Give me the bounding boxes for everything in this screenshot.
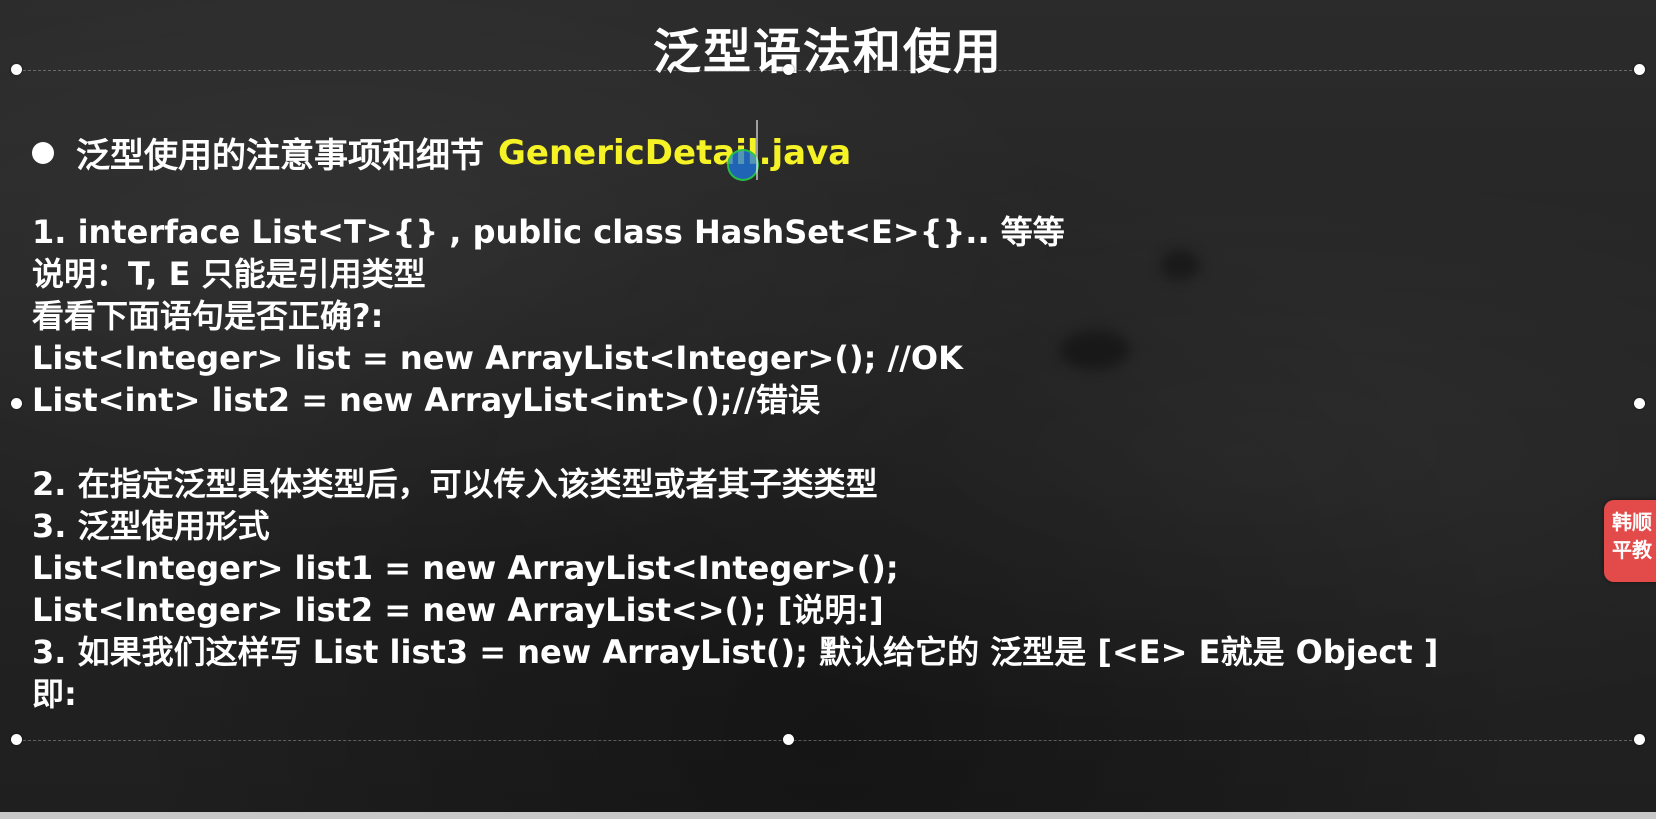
resize-handle-bottom-center[interactable]: [783, 734, 794, 745]
bullet-icon: [32, 141, 54, 164]
content-line: List<Integer> list1 = new ArrayList<Inte…: [32, 549, 899, 587]
content-line: 说明：T, E 只能是引用类型: [32, 255, 426, 293]
selection-frame-bottom: [18, 740, 1642, 741]
text-cursor-icon: [756, 120, 758, 180]
bottom-bar: [0, 812, 1656, 819]
side-badge[interactable]: 韩顺平教: [1604, 500, 1656, 582]
filename-label: GenericDetail.java: [498, 132, 852, 173]
pointer-highlight-icon: [727, 149, 759, 181]
content-line: List<Integer> list = new ArrayList<Integ…: [32, 339, 963, 377]
resize-handle-top-right[interactable]: [1634, 64, 1645, 75]
content-line: List<Integer> list2 = new ArrayList<>();…: [32, 591, 884, 629]
chalk-smudge: [1160, 250, 1200, 280]
slide-title: 泛型语法和使用: [652, 24, 1003, 80]
content-line: List<int> list2 = new ArrayList<int>();/…: [32, 381, 820, 419]
resize-handle-middle-right[interactable]: [1634, 398, 1645, 409]
content-line: 3. 泛型使用形式: [32, 507, 270, 545]
content-line: 1. interface List<T>{} , public class Ha…: [32, 213, 1065, 251]
resize-handle-bottom-left[interactable]: [11, 734, 22, 745]
resize-handle-middle-left[interactable]: [11, 398, 22, 409]
bullet-heading-text: 泛型使用的注意事项和细节: [76, 136, 484, 176]
content-line: 3. 如果我们这样写 List list3 = new ArrayList();…: [32, 633, 1439, 671]
resize-handle-bottom-right[interactable]: [1634, 734, 1645, 745]
content-line: 即:: [32, 675, 77, 713]
resize-handle-top-center[interactable]: [783, 64, 794, 75]
resize-handle-top-left[interactable]: [11, 64, 22, 75]
chalk-smudge: [1060, 330, 1130, 370]
selection-frame-top: [18, 70, 1642, 71]
content-line: 2. 在指定泛型具体类型后，可以传入该类型或者其子类类型: [32, 465, 878, 503]
chalkboard-slide: 泛型语法和使用 泛型使用的注意事项和细节 GenericDetail.java …: [0, 0, 1656, 819]
content-line: 看看下面语句是否正确?:: [32, 297, 384, 335]
